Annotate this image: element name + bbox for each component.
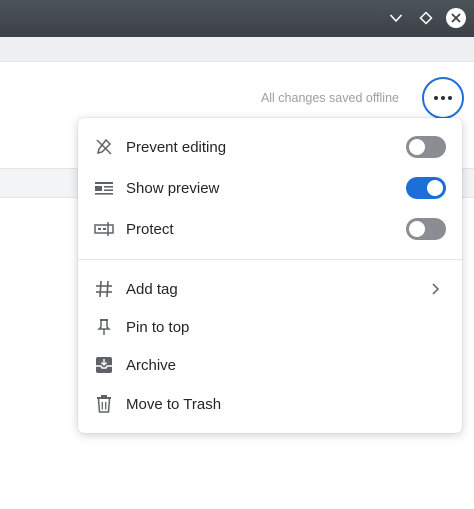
save-status: All changes saved offline [260, 91, 399, 105]
menu-item-protect[interactable]: Protect [78, 210, 462, 248]
menu-item-archive[interactable]: Archive [78, 346, 462, 384]
more-options-button[interactable] [422, 77, 464, 119]
note-options-menu: Prevent editing Show preview Protect Add… [78, 118, 462, 433]
menu-item-pin-to-top[interactable]: Pin to top [78, 308, 462, 346]
toolbar-strip [0, 37, 474, 62]
menu-item-label: Protect [126, 220, 174, 238]
menu-item-prevent-editing[interactable]: Prevent editing [78, 128, 462, 166]
more-horizontal-icon [434, 96, 452, 100]
chevron-down-icon [389, 14, 403, 23]
chevron-right-icon [432, 283, 440, 295]
menu-item-label: Add tag [126, 280, 178, 298]
close-icon [451, 13, 461, 23]
menu-item-label: Show preview [126, 179, 220, 197]
close-button[interactable] [445, 7, 467, 29]
menu-separator [78, 259, 462, 260]
menu-item-move-to-trash[interactable]: Move to Trash [78, 385, 462, 423]
protect-toggle[interactable] [406, 218, 446, 240]
preview-icon [94, 178, 114, 198]
trash-icon [94, 394, 114, 414]
show-preview-toggle[interactable] [406, 177, 446, 199]
hash-icon [94, 279, 114, 299]
menu-item-add-tag[interactable]: Add tag [78, 270, 462, 308]
menu-item-label: Move to Trash [126, 395, 222, 413]
maximize-button[interactable] [415, 7, 437, 29]
menu-item-label: Pin to top [126, 318, 190, 336]
menu-item-show-preview[interactable]: Show preview [78, 169, 462, 207]
menu-item-label: Archive [126, 356, 177, 374]
menu-item-label: Prevent editing [126, 138, 227, 156]
pin-icon [94, 317, 114, 337]
prevent-editing-toggle[interactable] [406, 136, 446, 158]
minimize-button[interactable] [385, 7, 407, 29]
diamond-icon [419, 11, 433, 25]
protect-icon [94, 219, 114, 239]
window-titlebar [0, 0, 474, 37]
archive-icon [94, 355, 114, 375]
pencil-off-icon [94, 137, 114, 157]
